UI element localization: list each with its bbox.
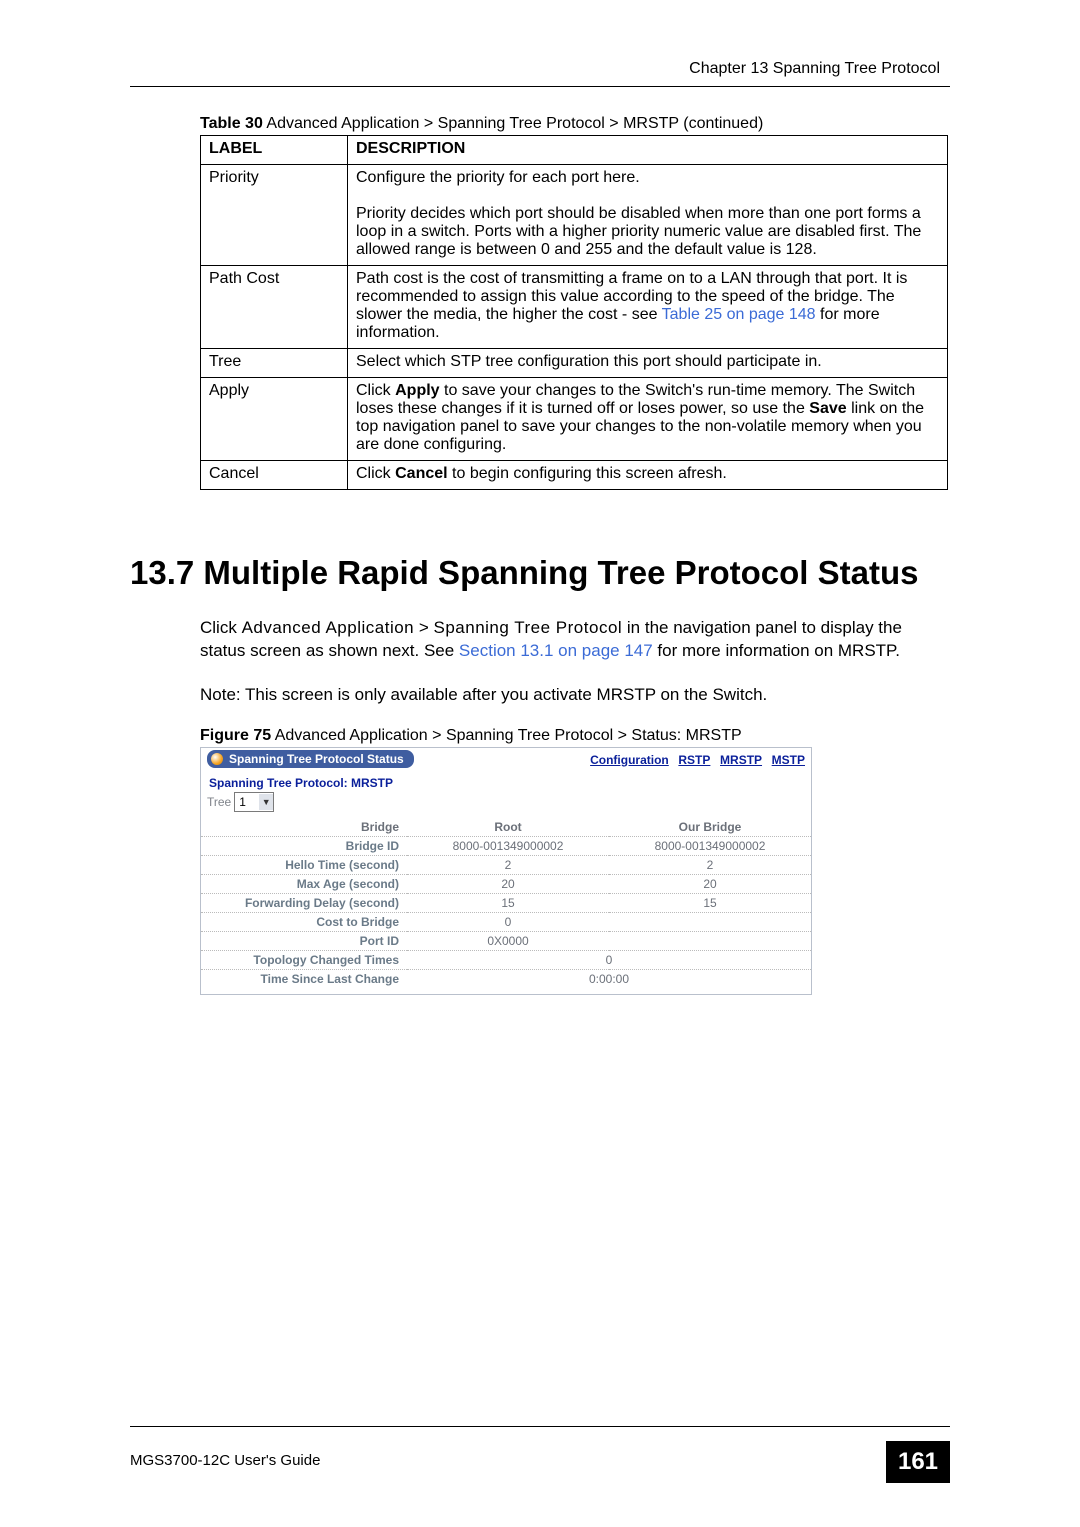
link-section-13-1[interactable]: Section 13.1 on page 147 — [459, 641, 653, 660]
row-label-cancel: Cancel — [201, 461, 348, 490]
para-gt: > — [414, 618, 433, 637]
ss-links: Configuration RSTP MRSTP MSTP — [584, 752, 805, 767]
ss-row-portid: Port ID 0X0000 — [201, 932, 811, 951]
ss-label-fwd: Forwarding Delay (second) — [201, 894, 407, 913]
ss-row-topo: Topology Changed Times 0 — [201, 951, 811, 970]
ss-row-maxage: Max Age (second) 20 20 — [201, 875, 811, 894]
footer-guide: MGS3700-12C User's Guide — [130, 1452, 320, 1469]
chapter-header: Chapter 13 Spanning Tree Protocol — [130, 60, 940, 78]
ss-link-configuration[interactable]: Configuration — [590, 753, 669, 767]
save-word: Save — [809, 400, 846, 417]
row-label-priority: Priority — [201, 165, 348, 266]
table-row: Priority Configure the priority for each… — [201, 165, 948, 266]
footer-page-number: 161 — [886, 1441, 950, 1483]
ss-subtitle: Spanning Tree Protocol: MRSTP — [209, 776, 811, 790]
row-label-tree: Tree — [201, 349, 348, 378]
ss-label-since: Time Since Last Change — [201, 970, 407, 989]
ss-bridgeid-root: 8000-001349000002 — [407, 837, 609, 856]
ss-row-bridgeid: Bridge ID 8000-001349000002 8000-0013490… — [201, 837, 811, 856]
cancel-pre: Click — [356, 465, 395, 482]
table-row: Apply Click Apply to save your changes t… — [201, 378, 948, 461]
ss-cost-root: 0 — [407, 913, 609, 932]
header-rule — [130, 86, 950, 87]
mrstp-config-table: LABEL DESCRIPTION Priority Configure the… — [200, 135, 948, 490]
table-caption: Table 30 Advanced Application > Spanning… — [200, 115, 950, 133]
ss-portid-our — [609, 932, 811, 951]
apply-pre: Click — [356, 382, 395, 399]
figure-caption-prefix: Figure 75 — [200, 727, 271, 744]
row-desc-cancel: Click Cancel to begin configuring this s… — [348, 461, 948, 490]
section-title: 13.7 Multiple Rapid Spanning Tree Protoc… — [130, 552, 950, 593]
figure-caption-text: Advanced Application > Spanning Tree Pro… — [271, 727, 742, 744]
ss-col-bridge: Bridge — [201, 818, 407, 837]
ss-label-portid: Port ID — [201, 932, 407, 951]
th-description: DESCRIPTION — [348, 136, 948, 165]
ss-fwd-our: 15 — [609, 894, 811, 913]
priority-p2: Priority decides which port should be di… — [356, 205, 921, 258]
ss-label-maxage: Max Age (second) — [201, 875, 407, 894]
ss-col-our: Our Bridge — [609, 818, 811, 837]
apply-word: Apply — [395, 382, 439, 399]
ss-link-rstp[interactable]: RSTP — [678, 753, 710, 767]
ss-maxage-our: 20 — [609, 875, 811, 894]
ss-bridgeid-our: 8000-001349000002 — [609, 837, 811, 856]
ss-tab-title: Spanning Tree Protocol Status — [229, 752, 404, 766]
ss-topo-val: 0 — [407, 951, 811, 970]
ss-tab-dot-icon — [211, 753, 223, 765]
ss-link-mstp[interactable]: MSTP — [772, 753, 805, 767]
ss-row-hello: Hello Time (second) 2 2 — [201, 856, 811, 875]
ss-col-root: Root — [407, 818, 609, 837]
table-row: Path Cost Path cost is the cost of trans… — [201, 266, 948, 349]
para-pre: Click — [200, 618, 242, 637]
table-header-row: LABEL DESCRIPTION — [201, 136, 948, 165]
row-label-apply: Apply — [201, 378, 348, 461]
ss-tree-label: Tree — [207, 795, 231, 809]
ss-status-table: Bridge Root Our Bridge Bridge ID 8000-00… — [201, 818, 811, 988]
ss-head-row: Bridge Root Our Bridge — [201, 818, 811, 837]
table-row: Cancel Click Cancel to begin configuring… — [201, 461, 948, 490]
th-label: LABEL — [201, 136, 348, 165]
ss-fwd-root: 15 — [407, 894, 609, 913]
ss-row-since: Time Since Last Change 0:00:00 — [201, 970, 811, 989]
ss-label-bridgeid: Bridge ID — [201, 837, 407, 856]
ss-tree-value: 1 — [239, 795, 246, 809]
intro-paragraph: Click Advanced Application > Spanning Tr… — [200, 617, 940, 663]
ss-cost-our — [609, 913, 811, 932]
table-caption-text: Advanced Application > Spanning Tree Pro… — [263, 115, 763, 132]
note-text: Note: This screen is only available afte… — [200, 685, 940, 705]
ss-hello-root: 2 — [407, 856, 609, 875]
ss-label-hello: Hello Time (second) — [201, 856, 407, 875]
ss-link-mrstp[interactable]: MRSTP — [720, 753, 762, 767]
ss-hello-our: 2 — [609, 856, 811, 875]
ss-tab[interactable]: Spanning Tree Protocol Status — [207, 750, 414, 768]
row-desc-priority: Configure the priority for each port her… — [348, 165, 948, 266]
ss-portid-root: 0X0000 — [407, 932, 609, 951]
cancel-post: to begin configuring this screen afresh. — [448, 465, 727, 482]
ss-row-fwd: Forwarding Delay (second) 15 15 — [201, 894, 811, 913]
row-desc-apply: Click Apply to save your changes to the … — [348, 378, 948, 461]
nav-stp: Spanning Tree Protocol — [434, 618, 623, 637]
footer-rule — [130, 1426, 950, 1427]
ss-since-val: 0:00:00 — [407, 970, 811, 989]
ss-row-cost: Cost to Bridge 0 — [201, 913, 811, 932]
nav-adv-app: Advanced Application — [242, 618, 415, 637]
ss-label-topo: Topology Changed Times — [201, 951, 407, 970]
para-post: for more information on MRSTP. — [653, 641, 900, 660]
ss-maxage-root: 20 — [407, 875, 609, 894]
cancel-word: Cancel — [395, 465, 447, 482]
priority-p1: Configure the priority for each port her… — [356, 169, 640, 186]
figure-caption: Figure 75 Advanced Application > Spannin… — [200, 727, 950, 745]
row-desc-tree: Select which STP tree configuration this… — [348, 349, 948, 378]
status-screenshot: Spanning Tree Protocol Status Configurat… — [200, 747, 812, 995]
table-caption-prefix: Table 30 — [200, 115, 263, 132]
ss-tree-row: Tree 1 ▼ — [207, 792, 811, 812]
ss-label-cost: Cost to Bridge — [201, 913, 407, 932]
ss-titlebar: Spanning Tree Protocol Status Configurat… — [201, 748, 811, 770]
chevron-down-icon: ▼ — [259, 794, 273, 810]
table-row: Tree Select which STP tree configuration… — [201, 349, 948, 378]
ss-tree-select[interactable]: 1 ▼ — [234, 792, 274, 812]
row-desc-pathcost: Path cost is the cost of transmitting a … — [348, 266, 948, 349]
row-label-pathcost: Path Cost — [201, 266, 348, 349]
link-table25[interactable]: Table 25 on page 148 — [662, 306, 816, 323]
